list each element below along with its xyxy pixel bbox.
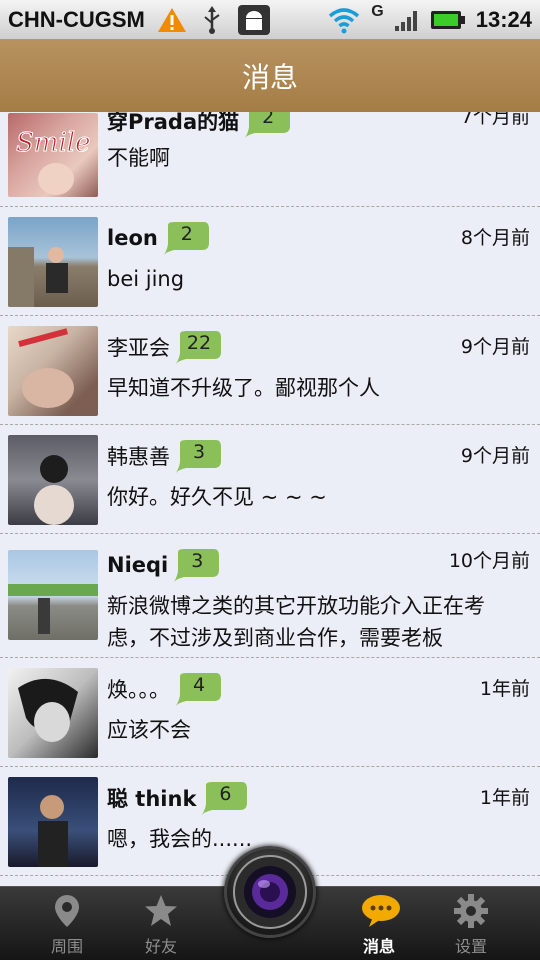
conversation-row[interactable]: 李亚会 22 9个月前 早知道不升级了。鄙视那个人 (0, 316, 540, 425)
unread-count-badge: 6 (202, 781, 248, 815)
svg-text:Smile: Smile (16, 128, 90, 158)
chat-bubble-icon (362, 895, 400, 927)
carrier-label: CHN-CUGSM (8, 6, 145, 32)
timestamp: 1年前 (479, 678, 530, 700)
timestamp: 10个月前 (448, 550, 530, 572)
conversation-list[interactable]: Smile 穿Prada的猫 2 7个月前 不能啊 leon 2 8个月前 be… (0, 112, 540, 886)
tab-messages[interactable]: 消息 (339, 893, 419, 957)
avatar (8, 326, 98, 416)
camera-lens-icon (233, 855, 307, 929)
tab-nearby[interactable]: 周围 (27, 893, 107, 957)
timestamp: 9个月前 (460, 445, 530, 467)
message-preview: 早知道不升级了。鄙视那个人 (107, 376, 380, 400)
clock: 13:24 (475, 6, 532, 32)
warning-icon (157, 7, 186, 32)
gear-icon (454, 894, 488, 928)
avatar (8, 435, 98, 525)
wifi-icon (329, 7, 360, 33)
timestamp: 7个月前 (460, 112, 530, 128)
usb-icon (204, 5, 220, 34)
page-title: 消息 (241, 61, 298, 94)
unread-count-badge: 22 (176, 330, 222, 364)
location-pin-icon (55, 895, 79, 927)
conversation-row[interactable]: Smile 穿Prada的猫 2 7个月前 不能啊 (0, 112, 540, 207)
contact-name: 聪 think (107, 787, 197, 811)
contact-name: 焕。。。 (107, 678, 170, 702)
contact-name: 李亚会 (107, 336, 170, 360)
timestamp: 1年前 (479, 787, 530, 809)
avatar (8, 668, 98, 758)
message-preview: 不能啊 (107, 146, 170, 170)
contact-name: 韩惠善 (107, 445, 170, 469)
unread-count-badge: 3 (176, 439, 222, 473)
message-preview: 你好。好久不见 ~ ~ ~ (107, 485, 327, 509)
contact-name: leon (107, 226, 158, 250)
avatar (8, 217, 98, 307)
conversation-row[interactable]: 焕。。。 4 1年前 应该不会 (0, 658, 540, 767)
timestamp: 8个月前 (460, 227, 530, 249)
contact-name: 穿Prada的猫 (107, 112, 240, 134)
network-type: G (371, 2, 384, 20)
tab-settings[interactable]: 设置 (431, 893, 511, 957)
android-debug-icon (237, 4, 270, 35)
star-icon (145, 895, 177, 926)
camera-button[interactable] (224, 846, 316, 938)
signal-icon (394, 10, 417, 31)
message-preview: bei jing (107, 267, 185, 291)
conversation-row[interactable]: 韩惠善 3 9个月前 你好。好久不见 ~ ~ ~ (0, 425, 540, 534)
contact-name: Nieqi (107, 553, 169, 577)
message-preview: 新浪微博之类的其它开放功能介入正在考虑，不过涉及到商业合作，需要老板 (107, 594, 485, 650)
timestamp: 9个月前 (460, 336, 530, 358)
battery-icon (430, 10, 465, 29)
tab-friends[interactable]: 好友 (121, 893, 201, 957)
avatar (8, 777, 98, 867)
unread-count-badge: 4 (176, 672, 222, 706)
unread-count-badge: 3 (174, 548, 220, 582)
message-preview: 嗯，我会的...... (107, 827, 253, 851)
header-bar: 消息 (0, 40, 540, 112)
unread-count-badge: 2 (245, 112, 291, 138)
unread-count-badge: 2 (163, 221, 210, 255)
message-preview: 应该不会 (107, 718, 191, 742)
conversation-row[interactable]: leon 2 8个月前 bei jing (0, 207, 540, 316)
avatar (8, 550, 98, 640)
status-bar: CHN-CUGSM G 13:24 (0, 0, 540, 40)
avatar: Smile (8, 113, 98, 197)
conversation-row[interactable]: Nieqi 3 10个月前 新浪微博之类的其它开放功能介入正在考虑，不过涉及到商… (0, 534, 540, 658)
